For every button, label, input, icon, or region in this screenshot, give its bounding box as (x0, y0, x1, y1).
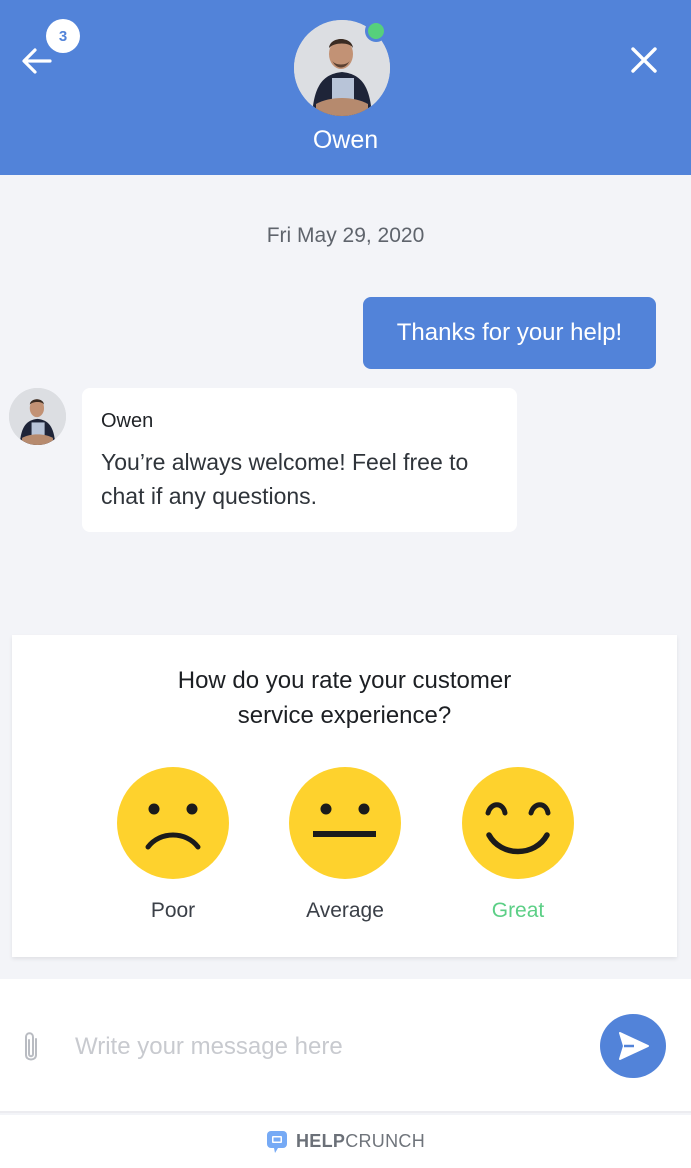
outgoing-message: Thanks for your help! (363, 297, 656, 369)
close-icon (631, 47, 657, 73)
brand-bold: HELP (295, 1131, 346, 1151)
attach-button[interactable] (18, 1031, 44, 1070)
helpcrunch-logo-icon (266, 1130, 287, 1153)
message-sender: Owen (101, 410, 154, 432)
arrow-left-icon (22, 48, 52, 74)
sender-avatar (9, 388, 66, 445)
agent-name: Owen (312, 126, 379, 154)
message-composer (0, 979, 691, 1113)
happy-face-icon (462, 767, 574, 879)
rating-option-average[interactable]: Average (285, 767, 405, 923)
message-text: You’re always welcome! Feel free to chat… (101, 449, 469, 509)
rating-label: Average (306, 899, 384, 922)
date-separator: Fri May 29, 2020 (266, 224, 425, 247)
close-button[interactable] (624, 40, 664, 80)
rating-question: How do you rate your customer service ex… (12, 663, 677, 733)
online-status-indicator (365, 20, 387, 42)
unread-badge: 3 (46, 19, 80, 53)
powered-by-footer[interactable]: HELPCRUNCH (0, 1115, 691, 1168)
agent-photo (9, 388, 66, 445)
rating-option-great[interactable]: Great (458, 767, 578, 923)
rating-option-poor[interactable]: Poor (113, 767, 233, 923)
chat-header: 3 Owen (0, 0, 691, 175)
message-input[interactable] (75, 1019, 575, 1075)
send-button[interactable] (600, 1014, 666, 1078)
rating-card: How do you rate your customer service ex… (12, 635, 677, 957)
neutral-face-icon (289, 767, 401, 879)
rating-question-text: How do you rate your customer service ex… (177, 667, 512, 729)
message-text: Thanks for your help! (396, 319, 623, 346)
paperclip-icon (25, 1032, 37, 1061)
sad-face-icon (117, 767, 229, 879)
rating-label: Poor (150, 899, 196, 922)
brand-rest: CRUNCH (345, 1131, 425, 1151)
send-icon (619, 1032, 649, 1060)
brand-name: HELPCRUNCH (296, 1131, 425, 1152)
rating-label: Great (491, 899, 545, 922)
incoming-message: Owen You’re always welcome! Feel free to… (82, 388, 517, 532)
